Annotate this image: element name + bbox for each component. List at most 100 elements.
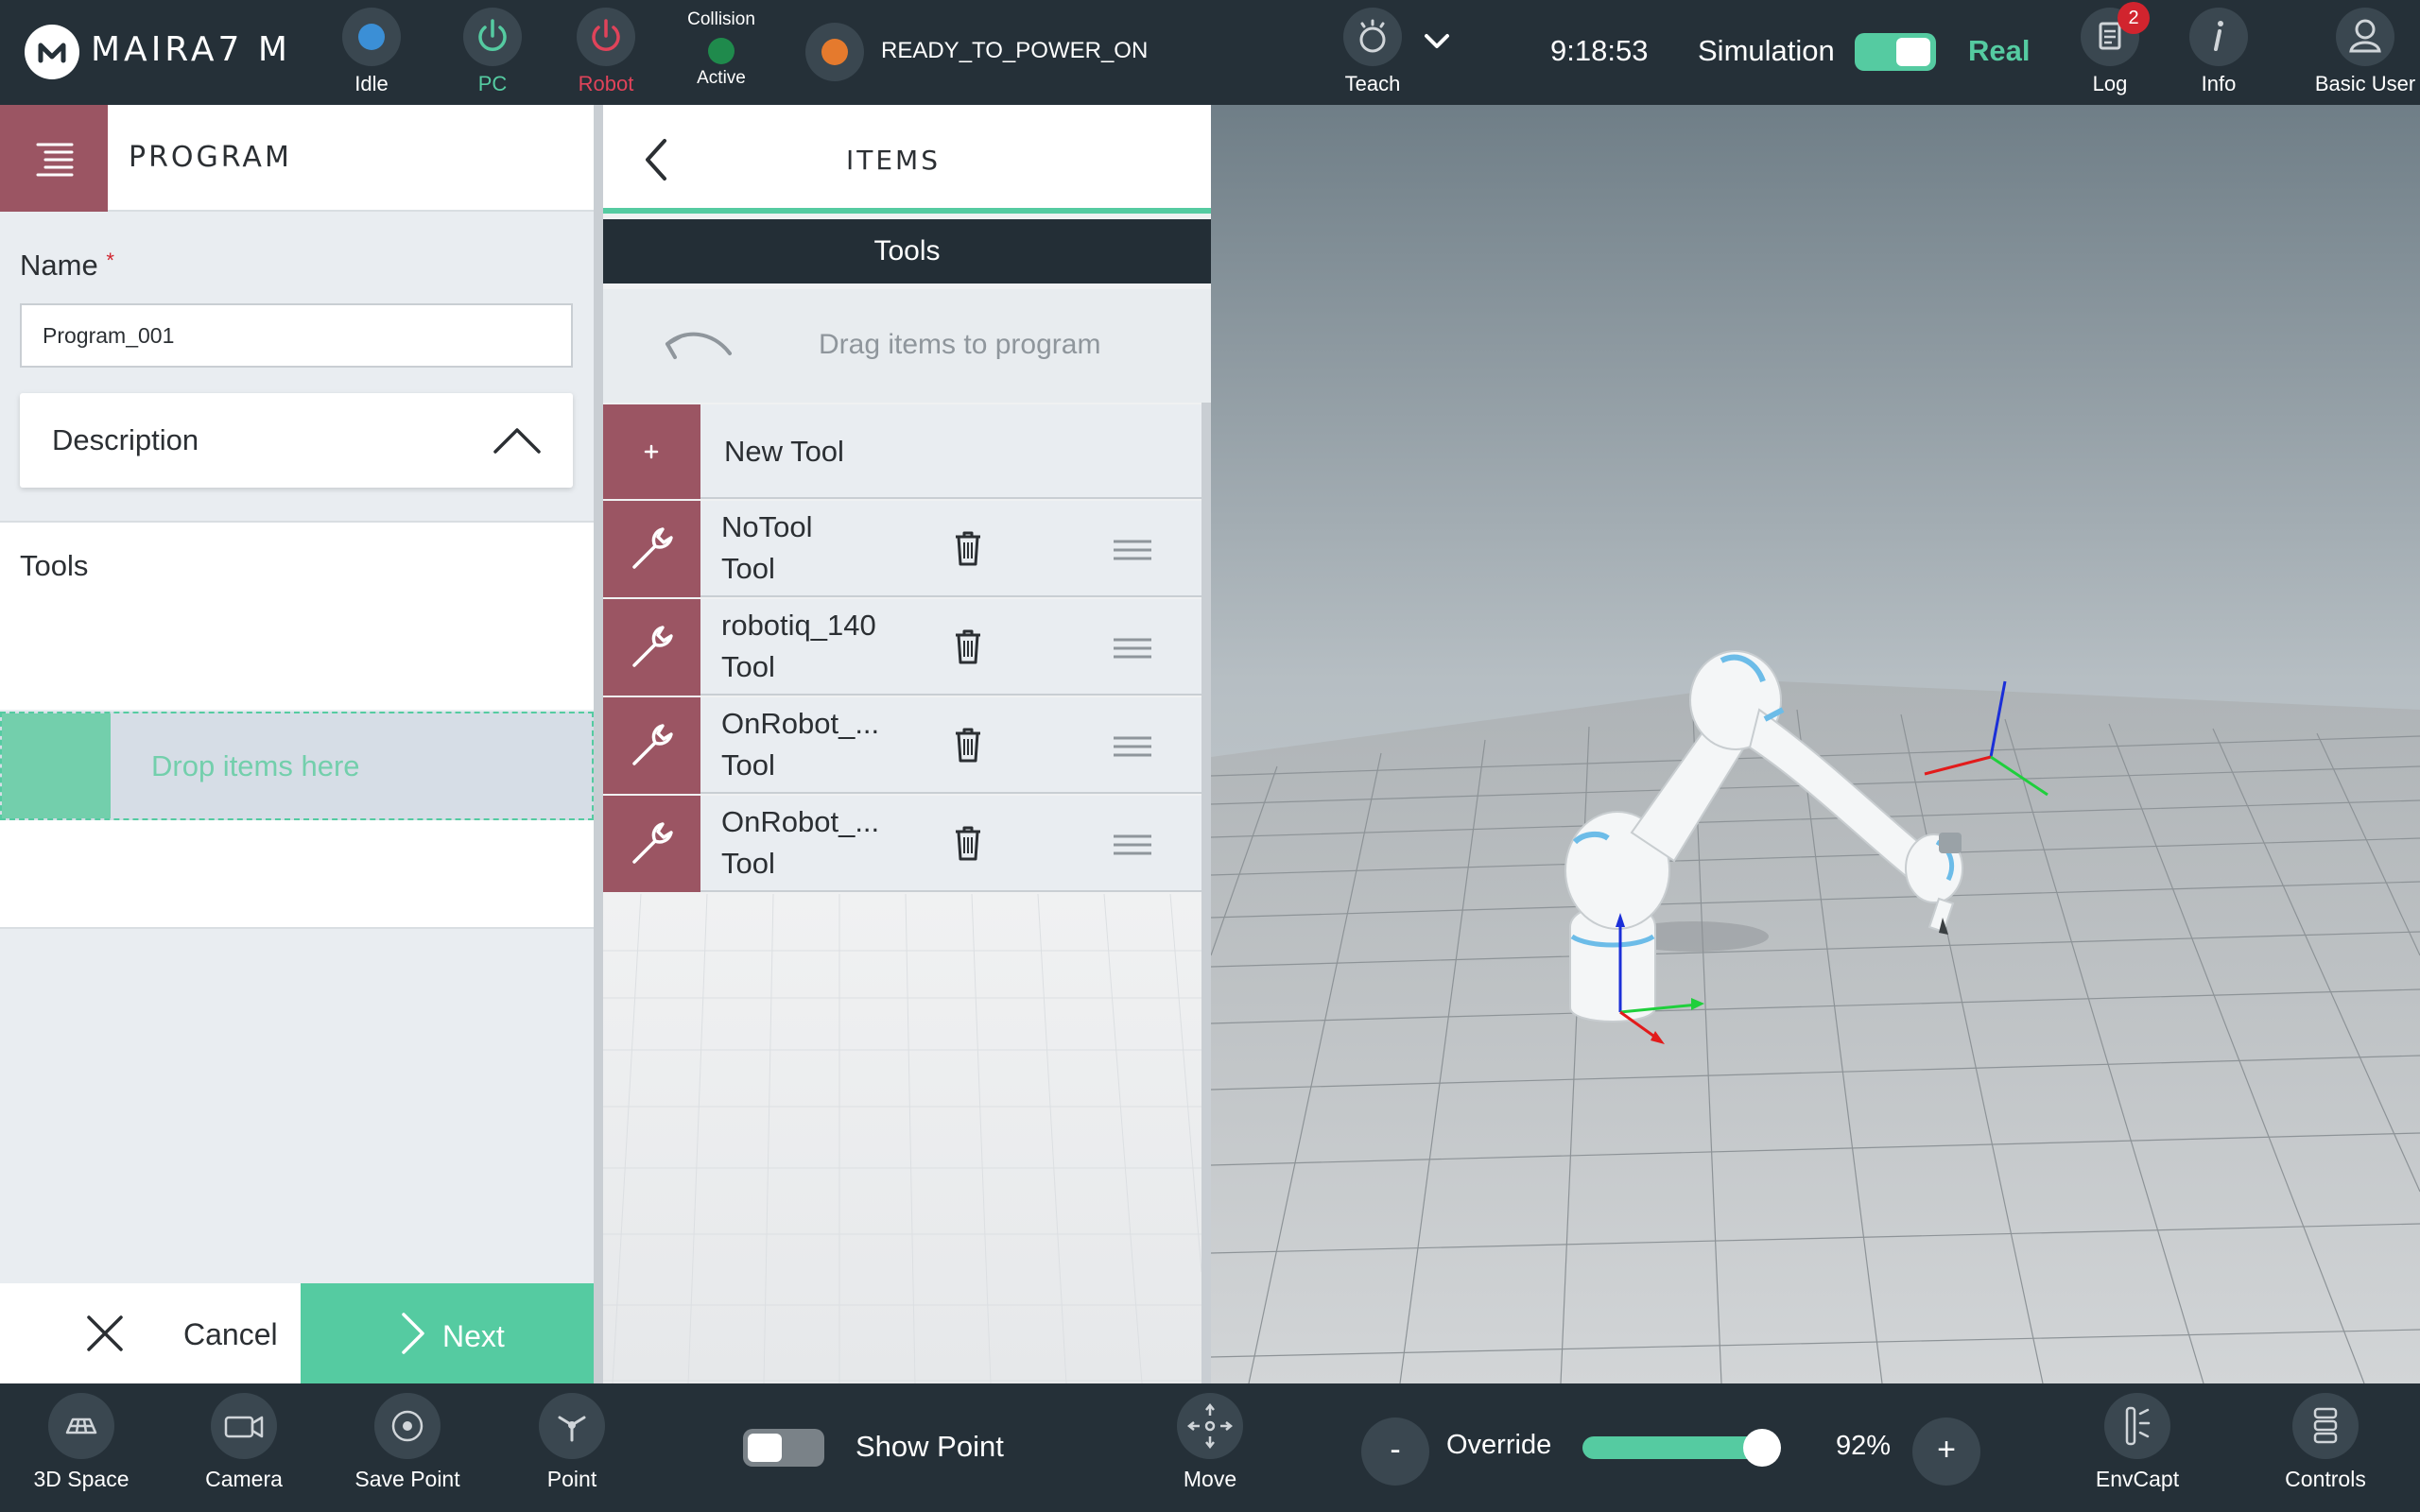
state-indicator [805, 23, 864, 81]
chevron-right-icon [402, 1313, 424, 1354]
tools-section: Tools [0, 521, 594, 710]
simulation-label: Simulation [1698, 34, 1835, 67]
3d-space-button[interactable]: 3D Space [20, 1393, 143, 1492]
menu-button[interactable] [0, 105, 108, 212]
trash-icon[interactable] [953, 529, 983, 567]
override-slider[interactable] [1582, 1429, 1781, 1467]
item-name: robotiq_140 [721, 609, 876, 642]
list-item[interactable]: robotiq_140 Tool [603, 599, 1201, 696]
drag-handle-icon[interactable] [1112, 637, 1153, 660]
trash-icon[interactable] [953, 726, 983, 764]
log-badge: 2 [2118, 2, 2150, 34]
override-slider-knob[interactable] [1742, 1429, 1781, 1467]
bottom-bar: 3D Space Camera Save Point Point Show Po… [0, 1383, 2420, 1512]
name-label: Name * [20, 249, 114, 282]
move-label: Move [1183, 1467, 1237, 1491]
save-point-button[interactable]: Save Point [346, 1393, 469, 1492]
controls-button[interactable]: Controls [2264, 1393, 2387, 1492]
chevron-up-icon [493, 428, 541, 454]
idle-button[interactable]: Idle [334, 8, 409, 97]
program-title: PROGRAM [129, 141, 292, 174]
robot-power-button[interactable]: Robot [568, 8, 644, 97]
items-panel: ITEMS Tools Drag items to program New To… [603, 105, 1211, 1383]
3d-space-label: 3D Space [33, 1467, 130, 1491]
item-name: NoTool [721, 510, 813, 543]
robot-state: READY_TO_POWER_ON [881, 38, 1149, 63]
trash-icon[interactable] [953, 824, 983, 862]
override-value: 92% [1836, 1431, 1892, 1461]
user-button[interactable]: Basic User [2308, 8, 2420, 97]
wrench-icon [603, 599, 700, 696]
point-label: Point [546, 1467, 597, 1491]
wrench-icon [603, 501, 700, 597]
toggle-knob [748, 1434, 782, 1462]
wrench-icon [603, 697, 700, 794]
robot-power-icon [592, 19, 620, 51]
3d-viewport[interactable] [1211, 105, 2420, 1383]
collision-title: Collision [687, 9, 755, 29]
state-dot [821, 39, 848, 65]
override-increase-button[interactable]: + [1912, 1418, 1980, 1486]
toggle-knob [1896, 38, 1930, 66]
drag-handle-icon[interactable] [1112, 539, 1153, 561]
list-menu-icon [36, 143, 74, 177]
program-header: PROGRAM [0, 105, 594, 212]
new-tool-label: New Tool [724, 435, 844, 468]
program-panel: PROGRAM Name * Program_001 Description T… [0, 105, 605, 1383]
teach-button[interactable]: Teach [1335, 8, 1410, 97]
collision-status: Active [697, 68, 746, 88]
pc-power-icon [478, 19, 507, 51]
clock: 9:18:53 [1550, 34, 1649, 67]
envcapt-button[interactable]: EnvCapt [2076, 1393, 2199, 1492]
info-button[interactable]: Info [2181, 8, 2256, 97]
envcapt-label: EnvCapt [2095, 1467, 2180, 1491]
point-icon [558, 1416, 586, 1442]
wrench-icon [603, 796, 700, 892]
camera-icon [224, 1416, 264, 1438]
camera-button[interactable]: Camera [182, 1393, 305, 1492]
info-icon [2214, 21, 2223, 51]
override-decrease-button[interactable]: - [1361, 1418, 1429, 1486]
log-label: Log [2092, 72, 2128, 95]
collision-indicator[interactable]: Collision Active [683, 8, 759, 97]
program-empty-row [0, 820, 594, 929]
drop-hint: Drop items here [151, 749, 360, 782]
item-type: Tool [721, 847, 775, 880]
next-button[interactable]: Next [301, 1283, 605, 1383]
drag-hint-bar: Drag items to program [603, 289, 1211, 403]
description-expander[interactable]: Description [20, 393, 573, 488]
items-category-tab[interactable]: Tools [603, 219, 1211, 284]
chevron-down-icon[interactable] [1422, 30, 1452, 53]
simulation-real-toggle[interactable] [1855, 33, 1936, 71]
user-label: Basic User [2314, 72, 2416, 95]
override-label: Override [1446, 1430, 1552, 1460]
save-point-label: Save Point [354, 1467, 460, 1491]
tool-drop-zone[interactable]: Drop items here [0, 712, 594, 820]
drag-handle-icon[interactable] [1112, 735, 1153, 758]
show-point-toggle[interactable] [743, 1429, 824, 1467]
point-button[interactable]: Point [510, 1393, 633, 1492]
program-name-input[interactable]: Program_001 [20, 303, 573, 368]
close-icon [87, 1315, 123, 1351]
trash-icon[interactable] [953, 627, 983, 665]
curved-arrow-icon [666, 332, 732, 359]
show-point-label: Show Point [856, 1430, 1004, 1463]
move-button[interactable]: Move [1149, 1393, 1271, 1492]
idle-status-dot [358, 24, 385, 50]
drag-handle-icon[interactable] [1112, 833, 1153, 856]
plus-icon [603, 404, 700, 499]
list-item[interactable]: NoTool Tool [603, 501, 1201, 597]
list-item[interactable]: OnRobot_... Tool [603, 697, 1201, 794]
items-title: ITEMS [846, 145, 941, 176]
items-scrollbar[interactable] [1201, 403, 1211, 1383]
new-tool-item[interactable]: New Tool [603, 404, 1201, 499]
info-label: Info [2201, 72, 2237, 95]
pc-label: PC [477, 72, 508, 95]
cancel-button[interactable]: Cancel [0, 1283, 301, 1383]
pc-power-button[interactable]: PC [455, 8, 530, 97]
panel-divider[interactable] [594, 105, 603, 1383]
list-item[interactable]: OnRobot_... Tool [603, 796, 1201, 892]
back-arrow-icon[interactable] [643, 137, 669, 182]
target-icon [391, 1410, 424, 1442]
next-label: Next [442, 1319, 505, 1353]
